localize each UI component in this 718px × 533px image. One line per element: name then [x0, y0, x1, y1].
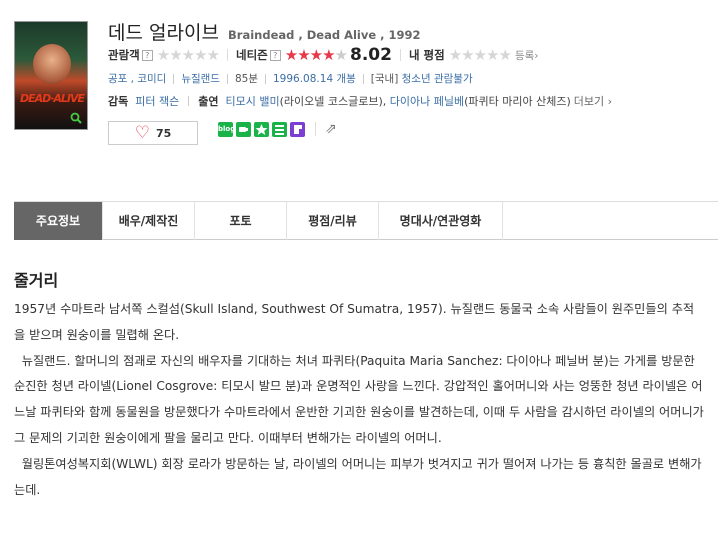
- director-label: 감독: [108, 95, 129, 108]
- more-label: 더보기: [573, 95, 605, 108]
- audience-rating-label: 관람객: [108, 48, 140, 62]
- synopsis-paragraph: 월링톤여성복지회(WLWL) 회장 로라가 방문하는 날, 라이넬의 어머니는 …: [14, 456, 702, 497]
- divider: [173, 73, 175, 84]
- divider: [265, 73, 266, 84]
- tab-quotes-related[interactable]: 명대사/연관영화: [379, 202, 503, 240]
- tab-photo[interactable]: 포토: [195, 202, 287, 240]
- cast-label: 출연: [198, 95, 219, 108]
- help-icon[interactable]: ?: [141, 49, 153, 61]
- netizen-stars-filled: ★★★★: [284, 46, 336, 64]
- tab-bar: 주요정보 배우/제작진 포토 평점/리뷰 명대사/연관영화: [14, 201, 718, 240]
- tab-reviews[interactable]: 평점/리뷰: [287, 202, 379, 240]
- share-out-icon[interactable]: ⇗: [325, 121, 340, 137]
- my-rating-stars[interactable]: ★★★★★: [449, 46, 512, 64]
- divider: [399, 49, 401, 61]
- heart-icon: ♡: [134, 122, 150, 143]
- netizen-rating-label: 네티즌: [236, 48, 268, 62]
- genre-link[interactable]: 공포 , 코미디: [108, 71, 166, 86]
- title-row: 데드 얼라이브 Braindead , Dead Alive , 1992: [108, 18, 421, 45]
- netizen-score: 8.02: [350, 45, 392, 65]
- divider: [227, 49, 228, 61]
- release-date-link[interactable]: 1996.08.14 개봉: [273, 71, 356, 86]
- actor-role: (파퀴타 마리아 산체즈): [464, 95, 571, 108]
- help-icon[interactable]: ?: [269, 49, 281, 61]
- like-button[interactable]: ♡ 75: [108, 121, 198, 145]
- register-label: 등록: [514, 49, 535, 62]
- my-rating-label: 내 평점: [408, 48, 445, 62]
- actor-role: (라이오넬 코스글로브),: [279, 95, 387, 108]
- country-link[interactable]: 뉴질랜드: [181, 71, 220, 86]
- calendar-share-icon[interactable]: [290, 121, 305, 137]
- synopsis-heading: 줄거리: [14, 271, 59, 290]
- movie-poster[interactable]: DEAD·ALIVE: [14, 21, 88, 130]
- more-cast-link[interactable]: 더보기 ›: [574, 93, 612, 109]
- memo-share-icon[interactable]: [272, 121, 287, 137]
- divider: [362, 73, 364, 84]
- blog-share-icon[interactable]: blog: [218, 121, 235, 137]
- credits-row: 감독 피터 잭슨 출연 티모시 밸미 (라이오넬 코스글로브), 다이아나 페닐…: [108, 93, 612, 109]
- actor-link[interactable]: 다이아나 페닐베: [390, 93, 464, 109]
- tab-cast-crew[interactable]: 배우/제작진: [103, 202, 195, 240]
- poster-logo: DEAD·ALIVE: [19, 92, 85, 105]
- divider: [315, 122, 316, 136]
- audience-stars: ★★★★★: [156, 46, 220, 64]
- tab-main-info[interactable]: 주요정보: [14, 202, 103, 240]
- rating-row: 관람객 ? ★★★★★ 네티즌 ? ★★★★★ 8.02 내 평점 ★★★★★ …: [108, 45, 539, 65]
- bookmark-star-icon[interactable]: [254, 121, 269, 137]
- zoom-icon[interactable]: [70, 112, 84, 126]
- director-link[interactable]: 피터 잭슨: [135, 93, 179, 109]
- synopsis-text: 1957년 수마트라 남서쪽 스컬섬(Skull Island, Southwe…: [14, 297, 704, 503]
- register-rating-link[interactable]: 등록›: [515, 48, 539, 63]
- chevron-right-icon: ›: [534, 49, 539, 62]
- netizen-stars-empty: ★: [334, 46, 348, 64]
- netizen-stars: ★★★★★: [284, 46, 348, 64]
- divider: [188, 96, 190, 106]
- chevron-right-icon: ›: [607, 95, 613, 108]
- share-row: blog ⇗: [218, 121, 340, 137]
- grade-link[interactable]: 청소년 관람불가: [402, 71, 473, 86]
- movie-meta-row: 공포 , 코미디 뉴질랜드 85분 1996.08.14 개봉 [국내] 청소년…: [108, 71, 473, 86]
- like-count: 75: [155, 126, 172, 140]
- runtime: 85분: [234, 73, 258, 85]
- grade-prefix: [국내]: [370, 73, 399, 85]
- divider: [226, 73, 228, 84]
- movie-title: 데드 얼라이브: [108, 22, 219, 44]
- cafe-share-icon[interactable]: [236, 121, 251, 137]
- movie-original-title: Braindead , Dead Alive , 1992: [228, 28, 421, 42]
- actor-link[interactable]: 티모시 밸미: [225, 93, 279, 109]
- poster-face-image: [33, 44, 71, 84]
- synopsis-paragraph: 뉴질랜드. 할머니의 점괘로 자신의 배우자를 기대하는 처녀 파퀴타(Paqu…: [14, 353, 708, 445]
- synopsis-paragraph: 1957년 수마트라 남서쪽 스컬섬(Skull Island, Southwe…: [14, 302, 695, 342]
